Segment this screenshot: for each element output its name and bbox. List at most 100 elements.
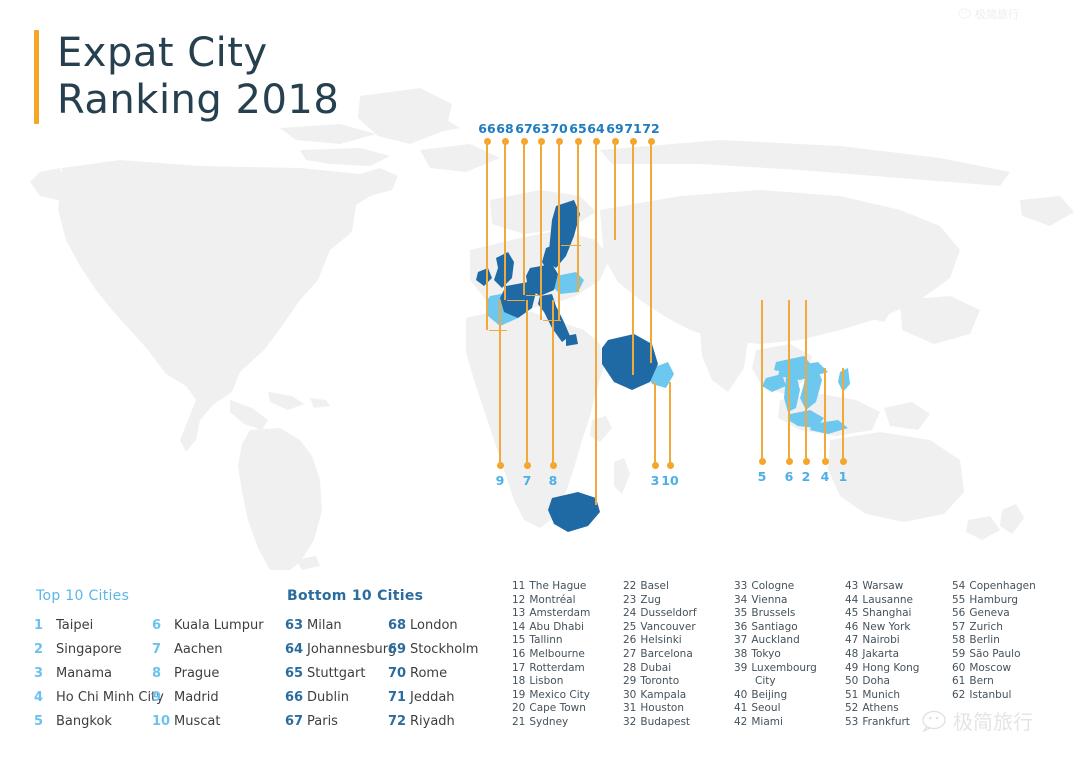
rank-city-name: Shanghai [862,607,912,620]
rank-city-name: Hamburg [969,593,1019,606]
ranks-column-43-53: 43 Warsaw 44 Lausanne 45 Shanghai 46 New York 47… [845,580,919,730]
rank-number: 28 [623,661,637,674]
rank-number: 24 [623,607,637,620]
rank-number: 54 [952,580,966,592]
rank-entry: 29 Toronto [623,675,697,689]
ranking-city-name: Bangkok [56,714,112,729]
rank-entry: 12 Montréal [512,594,590,608]
rank-city-name: Amsterdam [529,607,591,620]
ranking-city-name: Stockholm [410,642,479,657]
rank-city-name: Lausanne [862,593,913,606]
rank-city-name: The Hague [529,580,587,592]
rank-city-name: Moscow [969,661,1012,674]
rank-city-name: Jakarta [862,647,900,660]
rank-city-name: Barcelona [640,647,693,660]
rank-city-name: Auckland [751,634,800,647]
ranking-number: 71 [388,690,407,705]
rank-city-name: Miami [751,715,783,728]
rank-number: 32 [623,715,637,728]
ranking-number: 4 [34,690,44,705]
rank-entry: 19 Mexico City [512,689,590,703]
ranking-row: 72 Riyadh [388,714,478,738]
rank-number: 44 [845,593,859,606]
ranking-city-name: Muscat [174,714,221,729]
rank-city-name: Mexico City [529,688,590,701]
rank-number: 53 [845,715,859,728]
rank-number: 42 [734,715,748,728]
rank-entry: 24 Dusseldorf [623,607,697,621]
rank-city-name: Montréal [529,593,576,606]
rank-entry: 44 Lausanne [845,594,919,608]
rank-number: 27 [623,647,637,660]
callout-line-5 [761,300,763,461]
rank-entry: 28 Dubai [623,662,697,676]
ranking-number: 65 [285,666,304,681]
rank-number: 57 [952,620,966,633]
callout-line-68 [504,141,506,300]
ranking-number: 1 [34,618,44,633]
rank-number: 34 [734,593,748,606]
ranking-row: 63 Milan [285,618,396,642]
callout-label-67: 67 [515,121,533,136]
rank-number: 23 [623,593,637,606]
rank-city-name: New York [862,620,911,633]
ranking-row: 65 Stuttgart [285,666,396,690]
ranking-number: 5 [34,714,44,729]
callout-line-9 [499,300,501,465]
rank-entry: 45 Shanghai [845,607,919,621]
rank-entry: 41 Seoul [734,702,817,716]
callout-label-72: 72 [642,121,660,136]
callout-label-3: 3 [650,473,660,488]
ranks-column-54-62: 54 Copenhagen 55 Hamburg 56 Geneva 57 Zurich 58 B… [952,580,1036,702]
ranking-row: 71 Jeddah [388,690,478,714]
ranking-city-name: Manama [56,666,113,681]
rank-city-name: Basel [640,580,669,592]
rank-number: 20 [512,702,526,715]
ranking-city-name: Jeddah [410,690,455,705]
callout-label-5: 5 [757,469,767,484]
rank-entry: 56 Geneva [952,607,1036,621]
ranking-city-name: London [410,618,458,633]
rank-entry: 58 Berlin [952,634,1036,648]
ranking-number: 72 [388,714,407,729]
ranking-row: 5 Bangkok [34,714,164,738]
rank-entry: 38 Tokyo [734,648,817,662]
ranking-city-name: Milan [307,618,342,633]
rank-city-name: Melbourne [529,647,585,660]
rank-number: 55 [952,593,966,606]
ranking-row: 10 Muscat [152,714,264,738]
rank-number: 56 [952,607,966,620]
ranking-city-name: Johannesburg [307,642,397,657]
callout-line-67 [523,141,525,295]
rank-number: 31 [623,702,637,715]
ranking-city-name: Paris [307,714,338,729]
rank-entry: 25 Vancouver [623,621,697,635]
rank-number: 51 [845,688,859,701]
rank-entry: 39 Luxembourg [734,662,817,676]
ranking-row: 70 Rome [388,666,478,690]
rank-entry: 30 Kampala [623,689,697,703]
rank-entry: 43 Warsaw [845,580,919,594]
rank-number: 18 [512,675,526,688]
rank-number: 13 [512,607,526,620]
rank-city-name: Tallinn [529,634,563,647]
callout-label-64: 64 [587,121,605,136]
ranking-row: 8 Prague [152,666,264,690]
callout-line-65 [577,141,579,292]
rank-city-name: Frankfurt [862,715,910,728]
rank-number: 52 [845,702,859,715]
callout-label-65: 65 [569,121,587,136]
rank-number: 21 [512,715,526,728]
rank-entry: 21 Sydney [512,716,590,730]
ranking-city-name: Rome [410,666,448,681]
callout-jog-4 [561,245,581,247]
rank-city-name: Munich [862,688,901,701]
callout-line-64 [595,141,597,505]
bottom10-heading: Bottom 10 Cities [287,588,424,604]
rank-city-name: Santiago [751,620,798,633]
ranking-number: 66 [285,690,304,705]
ranking-row: 68 London [388,618,478,642]
callout-label-7: 7 [522,473,532,488]
callout-line-69 [614,141,616,240]
callout-line-66 [486,141,488,330]
